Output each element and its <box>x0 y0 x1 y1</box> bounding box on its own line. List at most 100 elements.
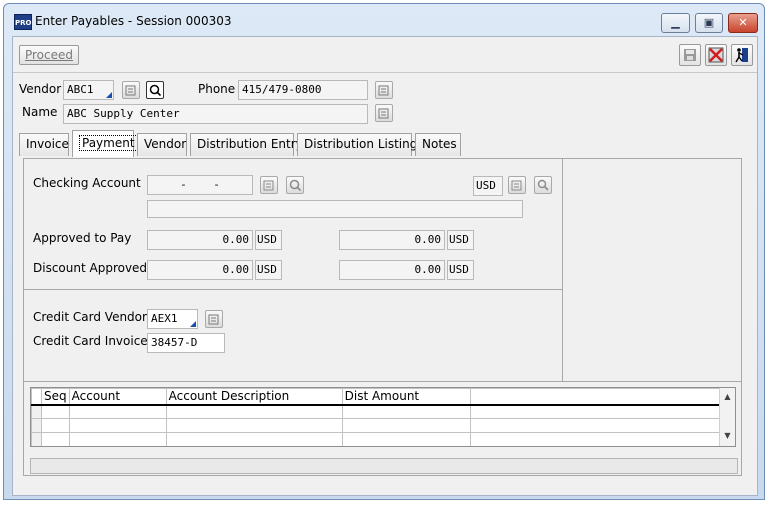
dropdown-marker-icon <box>106 92 112 98</box>
currency-value: USD <box>476 179 496 192</box>
distribution-grid[interactable]: Seq Account Account Description Dist Amo… <box>30 387 736 447</box>
name-label: Name <box>22 105 58 119</box>
table-row[interactable] <box>31 404 723 419</box>
table-row[interactable] <box>31 418 723 433</box>
column-header-account-description[interactable]: Account Description <box>165 388 343 406</box>
vendor-value: ABC1 <box>67 83 94 96</box>
table-row[interactable] <box>31 432 723 446</box>
discount-approved-value: 0.00 <box>222 263 250 276</box>
tab-distribution-entry[interactable]: Distribution Entry <box>190 133 303 156</box>
app-logo-icon: PRO <box>14 14 32 30</box>
close-icon: ✕ <box>738 16 748 29</box>
grid-cell[interactable] <box>41 404 70 419</box>
grid-cell[interactable] <box>165 432 343 446</box>
currency-lookup-button[interactable] <box>508 176 526 194</box>
credit-card-vendor-lookup-button[interactable] <box>205 310 223 328</box>
row-header-cell[interactable] <box>31 418 42 433</box>
maximize-button[interactable]: ▣ <box>695 13 723 33</box>
column-header-seq[interactable]: Seq <box>41 388 70 406</box>
grid-cell[interactable] <box>469 418 723 433</box>
approved-to-pay-field-2[interactable]: 0.00 <box>339 230 445 250</box>
row-header-cell[interactable] <box>31 404 42 419</box>
phone-value: 415/479-0800 <box>242 83 322 96</box>
grid-cell[interactable] <box>41 418 70 433</box>
grid-header-row: Seq Account Account Description Dist Amo… <box>31 388 723 406</box>
credit-card-vendor-label: Credit Card Vendor <box>33 310 147 324</box>
tab-invoice[interactable]: Invoice <box>19 133 69 156</box>
discount-approved-currency-2: USD <box>447 260 474 280</box>
currency-rate-button[interactable] <box>534 176 552 194</box>
list-lookup-icon <box>378 108 389 119</box>
credit-card-vendor-field[interactable]: AEX1 <box>147 309 198 329</box>
name-field[interactable]: ABC Supply Center <box>63 104 368 124</box>
title-bar[interactable]: PRO Enter Payables - Session 000303 ▁ ▣ … <box>4 4 764 36</box>
grid-cell[interactable] <box>341 418 471 433</box>
list-lookup-icon <box>511 180 522 191</box>
name-lookup-button[interactable] <box>375 104 393 122</box>
grid-cell[interactable] <box>165 404 343 419</box>
phone-label: Phone <box>198 82 236 96</box>
side-panel <box>562 158 742 382</box>
phone-lookup-button[interactable] <box>375 81 393 99</box>
tab-label: Distribution Entry <box>197 137 303 151</box>
credit-card-invoice-label: Credit Card Invoice <box>33 334 148 348</box>
save-icon <box>684 49 696 61</box>
tab-notes[interactable]: Notes <box>415 133 461 156</box>
phone-field[interactable]: 415/479-0800 <box>238 80 368 100</box>
proceed-button[interactable]: Proceed <box>19 45 79 65</box>
delete-button[interactable] <box>705 44 727 66</box>
vendor-field[interactable]: ABC1 <box>63 80 114 100</box>
approved-to-pay-label: Approved to Pay <box>33 231 132 245</box>
credit-card-invoice-field[interactable]: 38457-D <box>147 333 225 353</box>
currency-value: USD <box>449 263 469 276</box>
close-button[interactable]: ✕ <box>728 13 758 33</box>
column-header-account[interactable]: Account <box>68 388 167 406</box>
row-header-cell[interactable] <box>31 432 42 446</box>
grid-cell[interactable] <box>41 432 70 446</box>
checking-account-description <box>147 200 523 218</box>
scroll-up-arrow-icon[interactable]: ▲ <box>720 392 735 401</box>
list-lookup-icon <box>125 85 136 96</box>
discount-approved-field-2[interactable]: 0.00 <box>339 260 445 280</box>
tab-vendor[interactable]: Vendor <box>137 133 187 156</box>
approved-to-pay-field[interactable]: 0.00 <box>147 230 253 250</box>
checking-account-field[interactable]: - - <box>147 175 253 195</box>
currency-value: USD <box>449 233 469 246</box>
scroll-down-arrow-icon[interactable]: ▼ <box>720 431 735 440</box>
approved-to-pay-currency-2: USD <box>447 230 474 250</box>
grid-cell[interactable] <box>341 432 471 446</box>
row-header-cell <box>31 388 42 406</box>
approved-to-pay-value-2: 0.00 <box>414 233 442 246</box>
grid-cell[interactable] <box>341 404 471 419</box>
grid-vertical-scrollbar[interactable]: ▲ ▼ <box>719 388 735 446</box>
search-icon <box>149 84 161 96</box>
list-lookup-icon <box>378 85 389 96</box>
currency-field[interactable]: USD <box>473 176 503 196</box>
discount-approved-field[interactable]: 0.00 <box>147 260 253 280</box>
tab-payment[interactable]: Payment <box>72 130 138 157</box>
grid-cell[interactable] <box>68 404 167 419</box>
tab-label: Invoice <box>26 137 69 151</box>
vendor-search-button[interactable] <box>146 81 164 99</box>
grid-cell[interactable] <box>165 418 343 433</box>
checking-account-search-button[interactable] <box>286 176 304 194</box>
grid-cell[interactable] <box>68 418 167 433</box>
minimize-button[interactable]: ▁ <box>661 13 690 33</box>
tab-label: Distribution Listing <box>304 137 418 151</box>
vendor-label: Vendor <box>19 82 62 96</box>
grid-cell[interactable] <box>469 432 723 446</box>
grid-cell[interactable] <box>469 404 723 419</box>
proceed-label: Proceed <box>24 48 74 62</box>
column-header-blank <box>469 388 723 406</box>
exit-button[interactable] <box>731 44 753 66</box>
grid-cell[interactable] <box>68 432 167 446</box>
column-header-dist-amount[interactable]: Dist Amount <box>341 388 471 406</box>
delete-icon <box>708 47 724 63</box>
tab-label: Notes <box>422 137 457 151</box>
tab-distribution-listing[interactable]: Distribution Listing <box>297 133 417 156</box>
save-button[interactable] <box>679 44 701 66</box>
checking-account-lookup-button[interactable] <box>260 176 278 194</box>
toolbar-divider <box>13 72 757 73</box>
tab-label: Payment <box>79 135 138 151</box>
vendor-lookup-button[interactable] <box>122 81 140 99</box>
